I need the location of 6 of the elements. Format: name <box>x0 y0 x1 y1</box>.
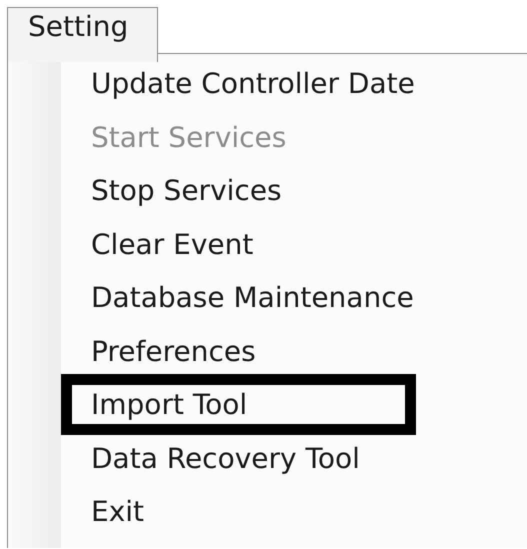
menu-item[interactable]: Database Maintenance <box>61 271 527 324</box>
menu-item[interactable]: Exit <box>61 485 527 538</box>
menu-item[interactable]: Import Tool <box>61 374 416 435</box>
menu-title[interactable]: Setting <box>7 7 158 62</box>
menu-item[interactable]: Stop Services <box>61 164 527 218</box>
menu-item[interactable]: Clear Event <box>61 218 527 271</box>
